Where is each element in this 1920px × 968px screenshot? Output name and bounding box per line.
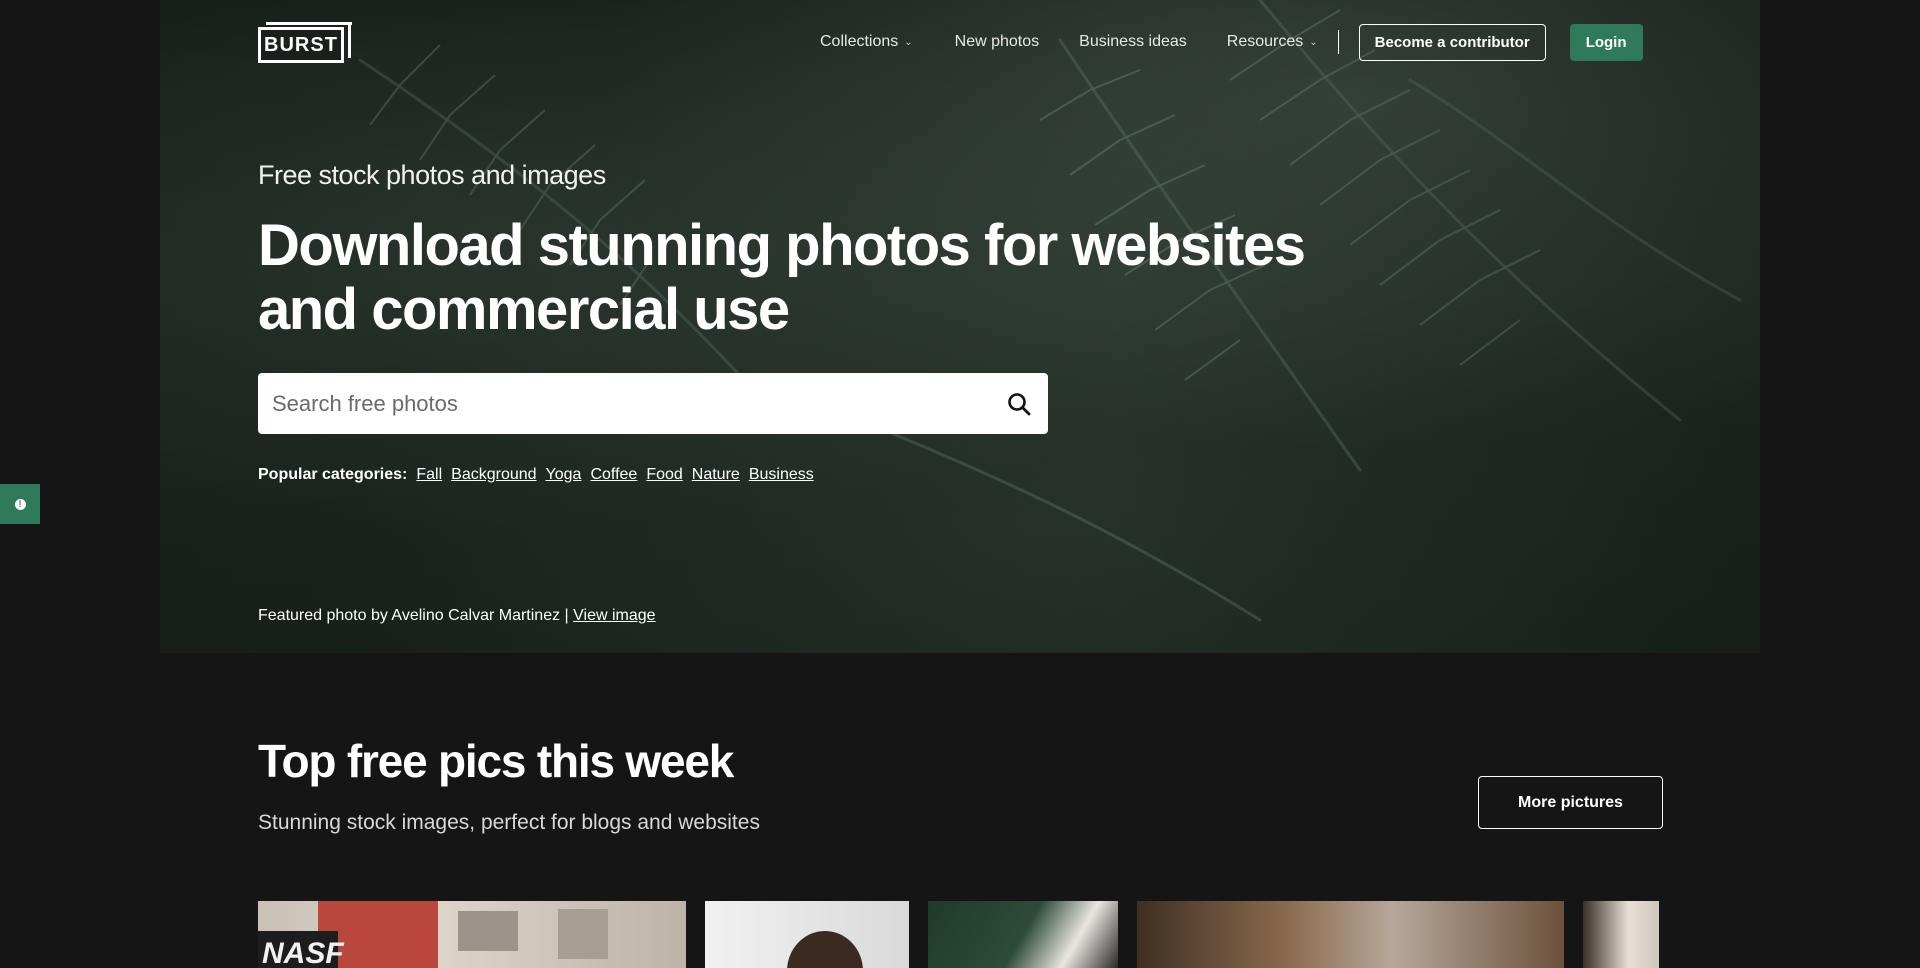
hero-eyebrow: Free stock photos and images [258, 160, 606, 190]
photo-street-image: NASF [258, 901, 608, 968]
chevron-down-icon: ⌄ [904, 36, 913, 48]
nav-divider [1337, 30, 1339, 54]
photo-thumbnail-magazine[interactable] [928, 901, 1118, 968]
search-input[interactable] [272, 390, 1004, 417]
category-link-food[interactable]: Food [646, 466, 682, 484]
category-link-background[interactable]: Background [451, 466, 536, 484]
nav-business-ideas-label: Business ideas [1079, 33, 1187, 50]
more-pictures-button[interactable]: More pictures [1478, 776, 1663, 829]
category-link-fall[interactable]: Fall [416, 466, 442, 484]
burst-logo[interactable]: BURST [258, 20, 352, 63]
section-title: Top free pics this week [258, 735, 734, 787]
search-button[interactable] [1004, 389, 1034, 419]
top-navigation: Collections ⌄ New photos Business ideas … [820, 22, 1643, 62]
login-button[interactable]: Login [1569, 23, 1643, 61]
popular-categories-label: Popular categories: [258, 466, 408, 483]
category-link-coffee[interactable]: Coffee [590, 466, 637, 484]
photo-thumbnail-street[interactable]: NASF [258, 901, 686, 968]
nav-new-photos-label: New photos [954, 33, 1040, 50]
photo-thumbnail-partial[interactable] [1583, 901, 1659, 968]
nav-resources[interactable]: Resources ⌄ [1227, 33, 1318, 51]
section-subtitle: Stunning stock images, perfect for blogs… [258, 811, 760, 834]
hero-headline: Download stunning photos for websites an… [258, 213, 1306, 342]
logo-wordmark: BURST [258, 27, 344, 63]
popular-categories: Popular categories: Fall Background Yoga… [258, 466, 823, 484]
category-link-business[interactable]: Business [749, 466, 814, 484]
become-contributor-button[interactable]: Become a contributor [1358, 23, 1546, 61]
search-bar [258, 373, 1048, 434]
featured-photo-credit: Featured photo by Avelino Calvar Martine… [258, 607, 656, 625]
category-link-nature[interactable]: Nature [692, 466, 740, 484]
info-icon: ! [14, 498, 26, 510]
view-image-link[interactable]: View image [573, 607, 655, 624]
feedback-tab[interactable]: ! [0, 484, 40, 524]
nav-collections[interactable]: Collections ⌄ [820, 33, 913, 51]
logo-frame-right [348, 22, 351, 58]
nav-resources-label: Resources [1226, 33, 1304, 50]
featured-credit-text: Featured photo by Avelino Calvar Martine… [258, 607, 569, 624]
category-link-yoga[interactable]: Yoga [546, 466, 582, 484]
photo-thumbnail-portrait[interactable] [705, 901, 909, 968]
svg-text:NASF: NASF [262, 937, 344, 968]
nav-new-photos[interactable]: New photos [955, 33, 1040, 51]
nav-collections-label: Collections [820, 33, 899, 50]
search-icon [1008, 392, 1031, 415]
nav-business-ideas[interactable]: Business ideas [1079, 33, 1187, 51]
photo-portrait-image [787, 931, 863, 968]
logo-frame-top [266, 22, 352, 25]
photo-thumbnail-hands[interactable] [1137, 901, 1564, 968]
chevron-down-icon: ⌄ [1309, 36, 1318, 48]
